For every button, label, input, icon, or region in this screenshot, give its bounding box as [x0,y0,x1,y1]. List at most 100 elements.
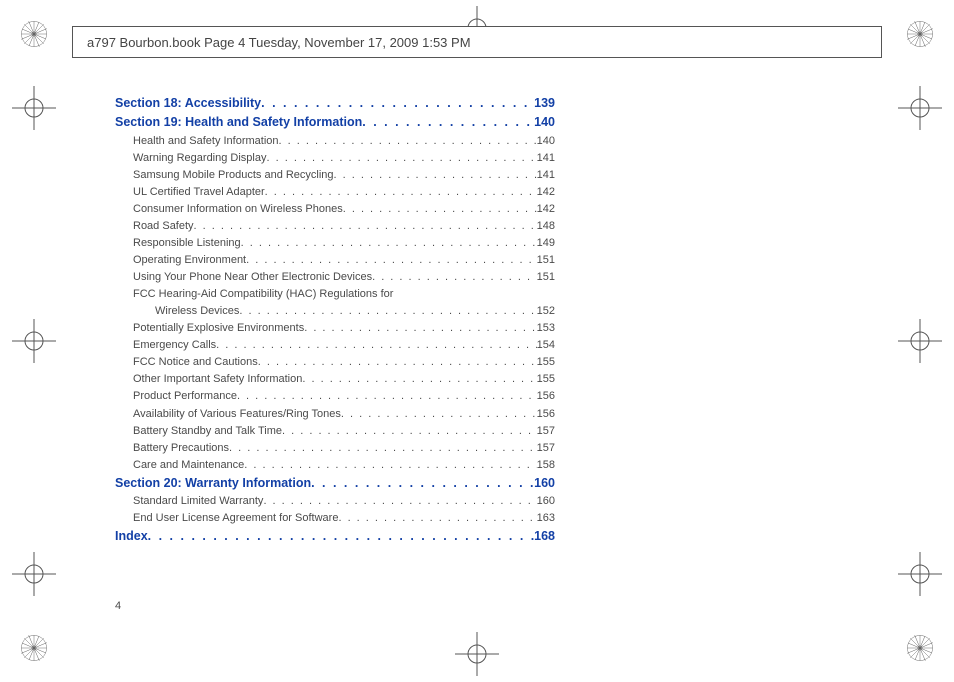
toc-entry-label: Product Performance [133,388,237,405]
toc-entry-page: 152 [537,303,555,320]
toc-entry-continuation: Wireless Devices . . . . . . . . . . . .… [115,303,555,320]
toc-entry: Emergency Calls . . . . . . . . . . . . … [115,337,555,354]
header-text: a797 Bourbon.book Page 4 Tuesday, Novemb… [87,35,471,50]
toc-leader-dots: . . . . . . . . . . . . . . . . . . . . … [244,457,536,474]
toc-leader-dots: . . . . . . . . . . . . . . . . . . . . … [302,371,536,388]
toc-entry: Battery Standby and Talk Time . . . . . … [115,423,555,440]
toc-leader-dots: . . . . . . . . . . . . . . . . . . . . … [279,133,537,150]
toc-section-heading: Section 18: Accessibility . . . . . . . … [115,94,555,113]
rosette-icon [20,634,48,662]
registration-mark-icon [12,86,56,130]
toc-entry-label: Warning Regarding Display [133,150,267,167]
table-of-contents: Section 18: Accessibility . . . . . . . … [115,94,555,547]
toc-entry-label: Emergency Calls [133,337,216,354]
toc-section-page: 140 [534,113,555,132]
toc-leader-dots: . . . . . . . . . . . . . . . . . . . . … [258,354,537,371]
toc-leader-dots: . . . . . . . . . . . . . . . . . . . . … [148,527,534,546]
document-header: a797 Bourbon.book Page 4 Tuesday, Novemb… [72,26,882,58]
toc-leader-dots: . . . . . . . . . . . . . . . . . . . . … [265,184,537,201]
toc-entry: Care and Maintenance . . . . . . . . . .… [115,457,555,474]
toc-leader-dots: . . . . . . . . . . . . . . . . . . . . … [194,218,537,235]
registration-mark-icon [455,632,499,676]
toc-leader-dots: . . . . . . . . . . . . . . . . . . . . … [341,406,537,423]
toc-entry: Samsung Mobile Products and Recycling . … [115,167,555,184]
toc-section-page: 168 [534,527,555,546]
toc-entry-page: 156 [537,406,555,423]
registration-mark-icon [12,319,56,363]
toc-entry-page: 142 [537,201,555,218]
toc-entry: FCC Hearing-Aid Compatibility (HAC) Regu… [115,286,555,303]
toc-entry-label: End User License Agreement for Software [133,510,338,527]
page-number: 4 [115,600,121,612]
toc-entry-label: Battery Precautions [133,440,229,457]
registration-mark-icon [898,86,942,130]
toc-entry-label: FCC Notice and Cautions [133,354,258,371]
toc-leader-dots: . . . . . . . . . . . . . . . . . . . . … [267,150,537,167]
toc-entry-page: 155 [537,371,555,388]
registration-mark-icon [12,552,56,596]
toc-section-heading: Index . . . . . . . . . . . . . . . . . … [115,527,555,546]
toc-entry: Product Performance . . . . . . . . . . … [115,388,555,405]
toc-entry-label: Availability of Various Features/Ring To… [133,406,341,423]
toc-entry-label: Standard Limited Warranty [133,493,263,510]
toc-entry-page: 141 [537,167,555,184]
toc-entry: Consumer Information on Wireless Phones … [115,201,555,218]
toc-entry-label: Road Safety [133,218,194,235]
toc-entry-label: UL Certified Travel Adapter [133,184,265,201]
toc-leader-dots: . . . . . . . . . . . . . . . . . . . . … [334,167,537,184]
toc-entry-label: Consumer Information on Wireless Phones [133,201,343,218]
toc-entry-page: 141 [537,150,555,167]
toc-section-label: Section 19: Health and Safety Informatio… [115,113,362,132]
toc-entry-label: Samsung Mobile Products and Recycling [133,167,334,184]
toc-entry-label: Responsible Listening [133,235,241,252]
toc-entry: Potentially Explosive Environments . . .… [115,320,555,337]
toc-section-heading: Section 19: Health and Safety Informatio… [115,113,555,132]
toc-entry-page: 155 [537,354,555,371]
toc-entry-page: 156 [537,388,555,405]
toc-entry-page: 142 [537,184,555,201]
toc-leader-dots: . . . . . . . . . . . . . . . . . . . . … [241,235,537,252]
toc-leader-dots: . . . . . . . . . . . . . . . . . . . . … [216,337,537,354]
toc-entry-label: FCC Hearing-Aid Compatibility (HAC) Regu… [133,286,393,303]
toc-entry-label: Other Important Safety Information [133,371,302,388]
toc-entry: FCC Notice and Cautions . . . . . . . . … [115,354,555,371]
toc-section-page: 160 [534,474,555,493]
toc-leader-dots: . . . . . . . . . . . . . . . . . . . . … [239,303,536,320]
toc-entry-page: 154 [537,337,555,354]
toc-leader-dots: . . . . . . . . . . . . . . . . . . . . … [263,493,536,510]
toc-entry-page: 157 [537,440,555,457]
toc-entry-page: 163 [537,510,555,527]
toc-entry-page: 160 [537,493,555,510]
toc-entry-page: 140 [537,133,555,150]
toc-entry: Using Your Phone Near Other Electronic D… [115,269,555,286]
toc-entry-page: 157 [537,423,555,440]
toc-entry: Health and Safety Information . . . . . … [115,133,555,150]
toc-entry: Warning Regarding Display . . . . . . . … [115,150,555,167]
toc-leader-dots: . . . . . . . . . . . . . . . . . . . . … [372,269,537,286]
toc-section-label: Index [115,527,148,546]
toc-entry: End User License Agreement for Software … [115,510,555,527]
rosette-icon [20,20,48,48]
toc-leader-dots: . . . . . . . . . . . . . . . . . . . . … [362,113,534,132]
toc-entry-label: Operating Environment [133,252,246,269]
toc-leader-dots: . . . . . . . . . . . . . . . . . . . . … [338,510,536,527]
toc-entry: Other Important Safety Information . . .… [115,371,555,388]
toc-entry-label: Health and Safety Information [133,133,279,150]
toc-section-page: 139 [534,94,555,113]
registration-mark-icon [898,552,942,596]
toc-entry-label: Potentially Explosive Environments [133,320,304,337]
toc-entry-page: 151 [537,269,555,286]
toc-entry: Operating Environment . . . . . . . . . … [115,252,555,269]
toc-section-label: Section 18: Accessibility [115,94,261,113]
toc-leader-dots: . . . . . . . . . . . . . . . . . . . . … [229,440,537,457]
toc-leader-dots: . . . . . . . . . . . . . . . . . . . . … [304,320,536,337]
rosette-icon [906,634,934,662]
toc-entry-label: Using Your Phone Near Other Electronic D… [133,269,372,286]
toc-entry-page: 149 [537,235,555,252]
toc-entry-label: Care and Maintenance [133,457,244,474]
toc-section-label: Section 20: Warranty Information [115,474,311,493]
toc-leader-dots: . . . . . . . . . . . . . . . . . . . . … [282,423,537,440]
toc-entry: Responsible Listening . . . . . . . . . … [115,235,555,252]
toc-leader-dots: . . . . . . . . . . . . . . . . . . . . … [237,388,537,405]
toc-leader-dots: . . . . . . . . . . . . . . . . . . . . … [343,201,537,218]
